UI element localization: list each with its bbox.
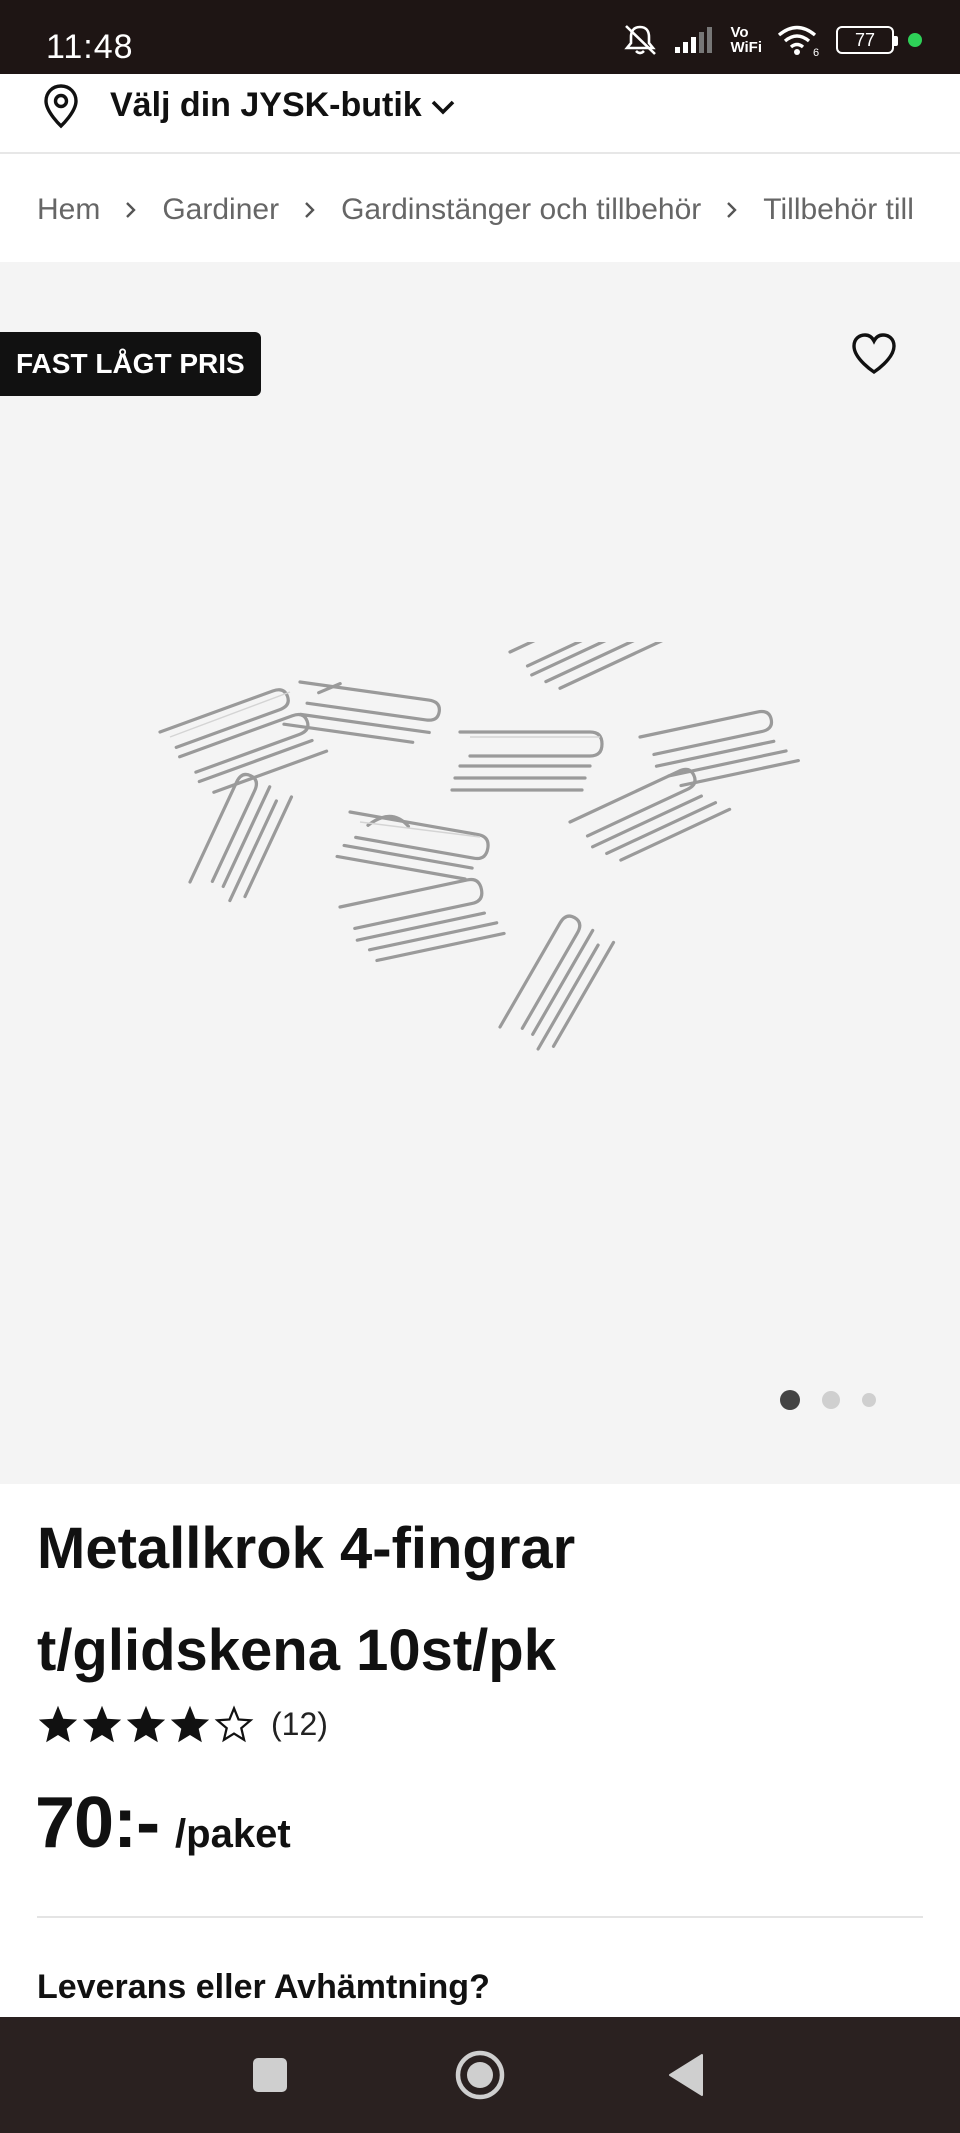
product-rating[interactable]: (12) (37, 1704, 328, 1744)
triangle-back-icon (669, 2054, 703, 2096)
price-unit: /paket (175, 1812, 291, 1856)
privacy-dot-icon (908, 33, 922, 47)
vowifi-bottom: WiFi (730, 39, 762, 56)
star-empty-icon (214, 1705, 254, 1743)
mute-icon (624, 25, 657, 55)
product-gallery[interactable]: FAST LÅGT PRIS (0, 262, 960, 1484)
recents-button[interactable] (230, 2017, 310, 2133)
store-selector[interactable]: Välj din JYSK-butik (0, 74, 960, 154)
review-count[interactable]: (12) (271, 1706, 328, 1743)
star-filled-icon (82, 1705, 122, 1743)
circle-home-icon (455, 2050, 505, 2100)
breadcrumb: Hem Gardiner Gardinstänger och tillbehör… (37, 188, 914, 232)
price-badge: FAST LÅGT PRIS (0, 332, 261, 396)
product-title-line1: Metallkrok 4-fingrar (37, 1516, 576, 1581)
breadcrumb-item-tillbehor[interactable]: Tillbehör till (763, 193, 914, 227)
star-filled-icon (38, 1705, 78, 1743)
gallery-pagination[interactable] (780, 1390, 876, 1410)
breadcrumb-item-hem[interactable]: Hem (37, 193, 100, 227)
divider (37, 1916, 923, 1918)
wifi-icon: 6 (777, 25, 819, 57)
breadcrumb-item-gardiner[interactable]: Gardiner (162, 193, 279, 227)
product-image (158, 642, 800, 1051)
status-time: 11:48 (46, 28, 134, 66)
product-title-line2: t/glidskena 10st/pk (37, 1618, 556, 1683)
star-filled-icon (170, 1705, 210, 1743)
gallery-dot-3[interactable] (862, 1393, 876, 1407)
heart-icon[interactable] (848, 328, 900, 380)
gallery-dot-1[interactable] (780, 1390, 800, 1410)
chevron-right-icon (303, 200, 317, 220)
battery-icon: 77 (836, 26, 898, 54)
breadcrumb-item-gardinstanger[interactable]: Gardinstänger och tillbehör (341, 193, 701, 227)
wifi-sub: 6 (813, 47, 819, 57)
chevron-right-icon (725, 200, 739, 220)
square-icon (253, 2058, 287, 2092)
vowifi-indicator: Vo WiFi (730, 25, 762, 55)
gallery-dot-2[interactable] (822, 1391, 840, 1409)
chevron-right-icon (124, 200, 138, 220)
delivery-heading: Leverans eller Avhämtning? (37, 1968, 490, 2006)
star-filled-icon (126, 1705, 166, 1743)
chevron-down-icon (431, 100, 455, 115)
product-title: Metallkrok 4-fingrar t/glidskena 10st/pk (37, 1498, 917, 1702)
product-price: 70:- /paket (35, 1782, 291, 1864)
signal-icon (675, 27, 713, 53)
status-bar: 11:48 Vo WiFi 6 77 (0, 0, 960, 74)
vowifi-top: Vo (730, 24, 749, 41)
status-icons: Vo WiFi 6 77 (620, 22, 922, 58)
home-button[interactable] (440, 2017, 520, 2133)
location-pin-icon (44, 84, 78, 129)
system-nav-bar (0, 2017, 960, 2133)
price-amount: 70:- (35, 1783, 160, 1863)
back-button[interactable] (646, 2017, 726, 2133)
store-selector-label: Välj din JYSK-butik (110, 86, 422, 124)
